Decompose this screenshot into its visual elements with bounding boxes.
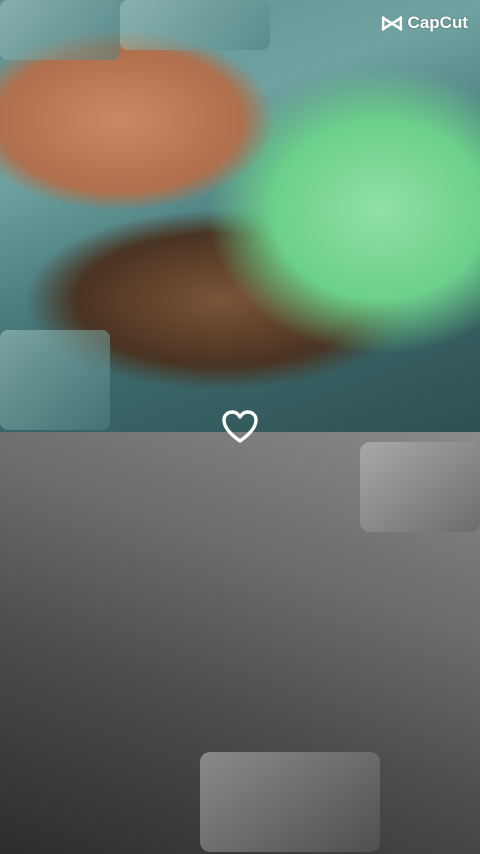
top-photo-panel <box>0 0 480 432</box>
rock-texture <box>120 0 270 50</box>
capcut-logo-icon <box>381 15 403 32</box>
rock-texture <box>0 0 120 60</box>
heart-outline-icon <box>221 408 259 446</box>
watermark-text: CapCut <box>407 13 468 32</box>
rock-texture <box>0 330 110 430</box>
bottom-photo-panel <box>0 432 480 854</box>
rock-texture <box>200 752 380 852</box>
rock-texture <box>360 442 480 532</box>
capcut-watermark: CapCut <box>381 13 468 33</box>
